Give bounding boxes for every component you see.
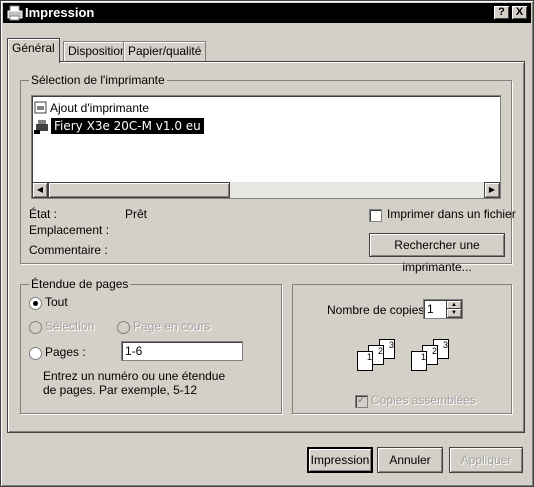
add-printer-icon bbox=[34, 101, 47, 114]
printer-icon bbox=[7, 5, 23, 21]
printer-name: Ajout d'imprimante bbox=[50, 101, 149, 115]
radio-pages[interactable] bbox=[29, 347, 42, 360]
find-printer-button[interactable]: Rechercher une imprimante... bbox=[369, 233, 505, 274]
radio-current-page-label: Page en cours bbox=[133, 319, 211, 333]
status-value: Prêt bbox=[125, 207, 148, 221]
printer-item-fiery[interactable]: Fiery X3e 20C-M v1.0 eu bbox=[34, 118, 204, 136]
arrow-down-icon: ▼ bbox=[451, 310, 457, 316]
tab-general[interactable]: Général bbox=[7, 38, 60, 63]
apply-button[interactable]: Appliquer bbox=[449, 447, 523, 473]
tab-paper-quality[interactable]: Papier/qualité bbox=[123, 41, 207, 62]
checkmark-icon: ✓ bbox=[357, 394, 367, 406]
tab-layout[interactable]: Disposition bbox=[63, 41, 132, 62]
arrow-left-icon: ◀ bbox=[36, 185, 44, 194]
scroll-left-button[interactable]: ◀ bbox=[32, 182, 48, 198]
radio-all[interactable] bbox=[29, 297, 42, 310]
copies-count-input[interactable]: 1 ▲ ▼ bbox=[423, 299, 463, 319]
pages-input[interactable]: 1-6 bbox=[121, 341, 243, 361]
scrollbar-thumb[interactable] bbox=[48, 182, 230, 198]
collate-checkbox[interactable]: ✓ bbox=[355, 394, 368, 408]
location-label: Emplacement : bbox=[29, 223, 110, 237]
arrow-right-icon: ▶ bbox=[488, 185, 496, 194]
page-range-hint: Entrez un numéro ou une étendue de pages… bbox=[43, 369, 226, 397]
collate-pages-icon: 3 2 1 bbox=[411, 339, 461, 379]
copies-group: Nombre de copies : 1 ▲ ▼ 3 2 1 3 2 1 ✓ C… bbox=[292, 284, 512, 414]
print-to-file-label: Imprimer dans un fichier bbox=[387, 207, 516, 221]
radio-selection[interactable] bbox=[29, 321, 42, 334]
radio-current-page[interactable] bbox=[117, 321, 130, 334]
collate-pages-icon: 3 2 1 bbox=[357, 339, 407, 379]
spin-down-button[interactable]: ▼ bbox=[446, 308, 462, 318]
printer-selection-label: Sélection de l'imprimante bbox=[29, 73, 167, 87]
collate-label: Copies assemblées bbox=[371, 393, 476, 407]
printer-name: Fiery X3e 20C-M v1.0 eu bbox=[51, 118, 204, 134]
printer-list[interactable]: Ajout d'imprimante Fiery X3e 20C-M v1.0 … bbox=[31, 95, 501, 199]
printer-selection-group: Sélection de l'imprimante Ajout d'imprim… bbox=[20, 73, 516, 274]
print-to-file-checkbox[interactable] bbox=[369, 209, 382, 222]
radio-selection-label: Sélection bbox=[45, 319, 95, 333]
scroll-right-button[interactable]: ▶ bbox=[484, 182, 500, 198]
status-label: État : bbox=[29, 207, 58, 221]
help-button[interactable]: ? bbox=[494, 6, 509, 19]
page-range-label: Étendue de pages bbox=[29, 277, 131, 291]
printer-icon bbox=[34, 120, 48, 134]
window-title: Impression bbox=[25, 5, 95, 20]
print-button[interactable]: Impression bbox=[307, 447, 373, 473]
radio-pages-label: Pages : bbox=[45, 345, 86, 359]
copies-count-label: Nombre de copies : bbox=[327, 303, 432, 317]
cancel-button[interactable]: Annuler bbox=[377, 447, 443, 473]
horizontal-scrollbar[interactable]: ◀ ▶ bbox=[32, 182, 500, 198]
comment-label: Commentaire : bbox=[29, 243, 108, 257]
page-range-group: Étendue de pages Tout Sélection Page en … bbox=[20, 277, 282, 414]
print-dialog: Impression ? X Général Disposition Papie… bbox=[0, 0, 534, 487]
radio-all-label: Tout bbox=[45, 295, 68, 309]
general-tab-panel: Sélection de l'imprimante Ajout d'imprim… bbox=[7, 61, 525, 433]
title-bar[interactable]: Impression ? X bbox=[3, 3, 531, 23]
close-button[interactable]: X bbox=[512, 6, 527, 19]
